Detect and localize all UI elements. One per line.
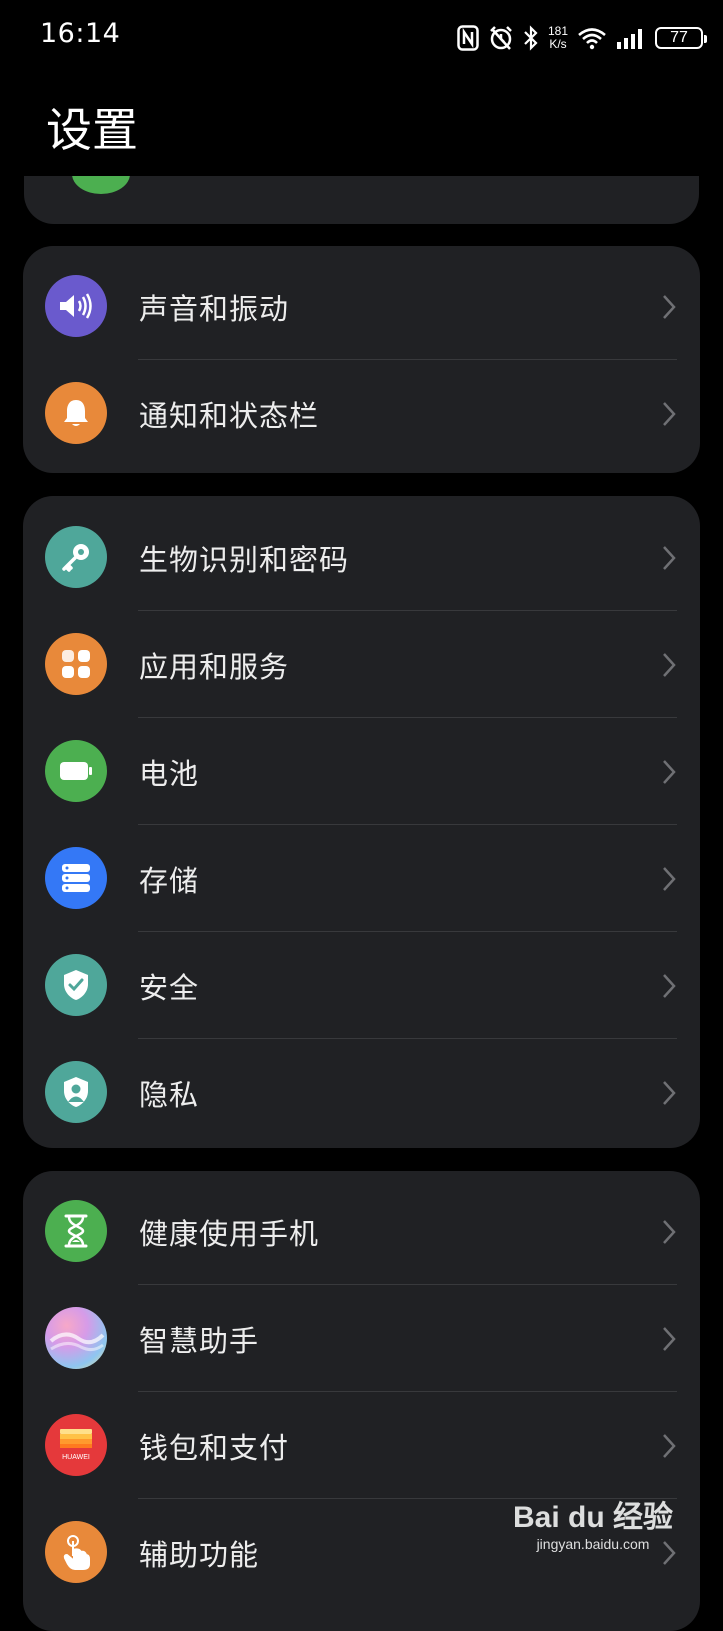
signal-icon <box>616 27 646 49</box>
privacy-icon <box>45 1061 107 1123</box>
settings-item-label: 智慧助手 <box>139 1323 260 1358</box>
settings-item-label: 钱包和支付 <box>139 1430 290 1465</box>
settings-item-label: 生物识别和密码 <box>139 542 350 577</box>
key-icon <box>45 526 107 588</box>
settings-item-sound[interactable]: 声音和振动 <box>23 253 700 360</box>
settings-group-1: 声音和振动 通知和状态栏 <box>23 246 700 473</box>
chevron-right-icon <box>663 973 676 998</box>
settings-item-apps[interactable]: 应用和服务 <box>23 611 700 718</box>
settings-item-label: 隐私 <box>139 1077 200 1112</box>
apps-icon <box>45 633 107 695</box>
settings-group-3: 健康使用手机 智慧助手 HUAWEI 钱包和支付 辅助功能 <box>23 1171 700 1631</box>
settings-group-2: 生物识别和密码 应用和服务 电池 存储 安全 隐私 <box>23 496 700 1148</box>
assistant-icon <box>45 1307 107 1369</box>
settings-item-privacy[interactable]: 隐私 <box>23 1039 700 1146</box>
settings-item-label: 辅助功能 <box>139 1537 260 1572</box>
battery-icon <box>45 740 107 802</box>
settings-item-battery[interactable]: 电池 <box>23 718 700 825</box>
nfc-icon <box>457 25 479 51</box>
status-bar: 16:14 181 K/s 77 <box>0 0 723 72</box>
storage-icon <box>45 847 107 909</box>
settings-item-label: 安全 <box>139 970 200 1005</box>
status-time: 16:14 <box>40 18 121 49</box>
page-title: 设置 <box>46 103 138 157</box>
settings-item-digital-balance[interactable]: 健康使用手机 <box>23 1178 700 1285</box>
chevron-right-icon <box>663 652 676 677</box>
settings-item-label: 声音和振动 <box>139 291 290 326</box>
settings-item-storage[interactable]: 存储 <box>23 825 700 932</box>
chevron-right-icon <box>663 401 676 426</box>
chevron-right-icon <box>663 545 676 570</box>
settings-item-security[interactable]: 安全 <box>23 932 700 1039</box>
battery-indicator: 77 <box>655 27 707 49</box>
chevron-right-icon <box>663 1433 676 1458</box>
bluetooth-icon <box>523 25 539 51</box>
watermark-url: jingyan.baidu.com <box>536 1536 650 1552</box>
chevron-right-icon <box>663 1080 676 1105</box>
chevron-right-icon <box>663 866 676 891</box>
settings-item-biometrics[interactable]: 生物识别和密码 <box>23 504 700 611</box>
baidu-watermark: Bai du 经验 jingyan.baidu.com <box>513 1492 673 1552</box>
settings-item-notifications[interactable]: 通知和状态栏 <box>23 360 700 467</box>
settings-item-label: 健康使用手机 <box>139 1216 320 1251</box>
shield-check-icon <box>45 954 107 1016</box>
settings-item-label: 电池 <box>139 756 200 791</box>
wifi-icon <box>577 26 607 50</box>
speaker-icon <box>45 275 107 337</box>
wallet-icon: HUAWEI <box>45 1414 107 1476</box>
hourglass-icon <box>45 1200 107 1262</box>
chevron-right-icon <box>663 759 676 784</box>
chevron-right-icon <box>663 294 676 319</box>
bell-icon <box>45 382 107 444</box>
chevron-right-icon <box>663 1326 676 1351</box>
partial-settings-card <box>24 176 699 224</box>
accessibility-icon <box>45 1521 107 1583</box>
partial-item-icon <box>72 176 130 194</box>
settings-item-assistant[interactable]: 智慧助手 <box>23 1285 700 1392</box>
watermark-brand: Bai du 经验 <box>512 1501 673 1534</box>
chevron-right-icon <box>663 1219 676 1244</box>
alarm-icon <box>488 25 514 51</box>
settings-item-label: 应用和服务 <box>139 649 290 684</box>
status-icons: 181 K/s 77 <box>457 20 707 56</box>
settings-item-wallet[interactable]: HUAWEI 钱包和支付 <box>23 1392 700 1499</box>
settings-item-label: 通知和状态栏 <box>139 398 320 433</box>
net-speed: 181 K/s <box>547 24 568 51</box>
svg-text:HUAWEI: HUAWEI <box>62 1454 90 1461</box>
settings-item-label: 存储 <box>139 863 200 898</box>
